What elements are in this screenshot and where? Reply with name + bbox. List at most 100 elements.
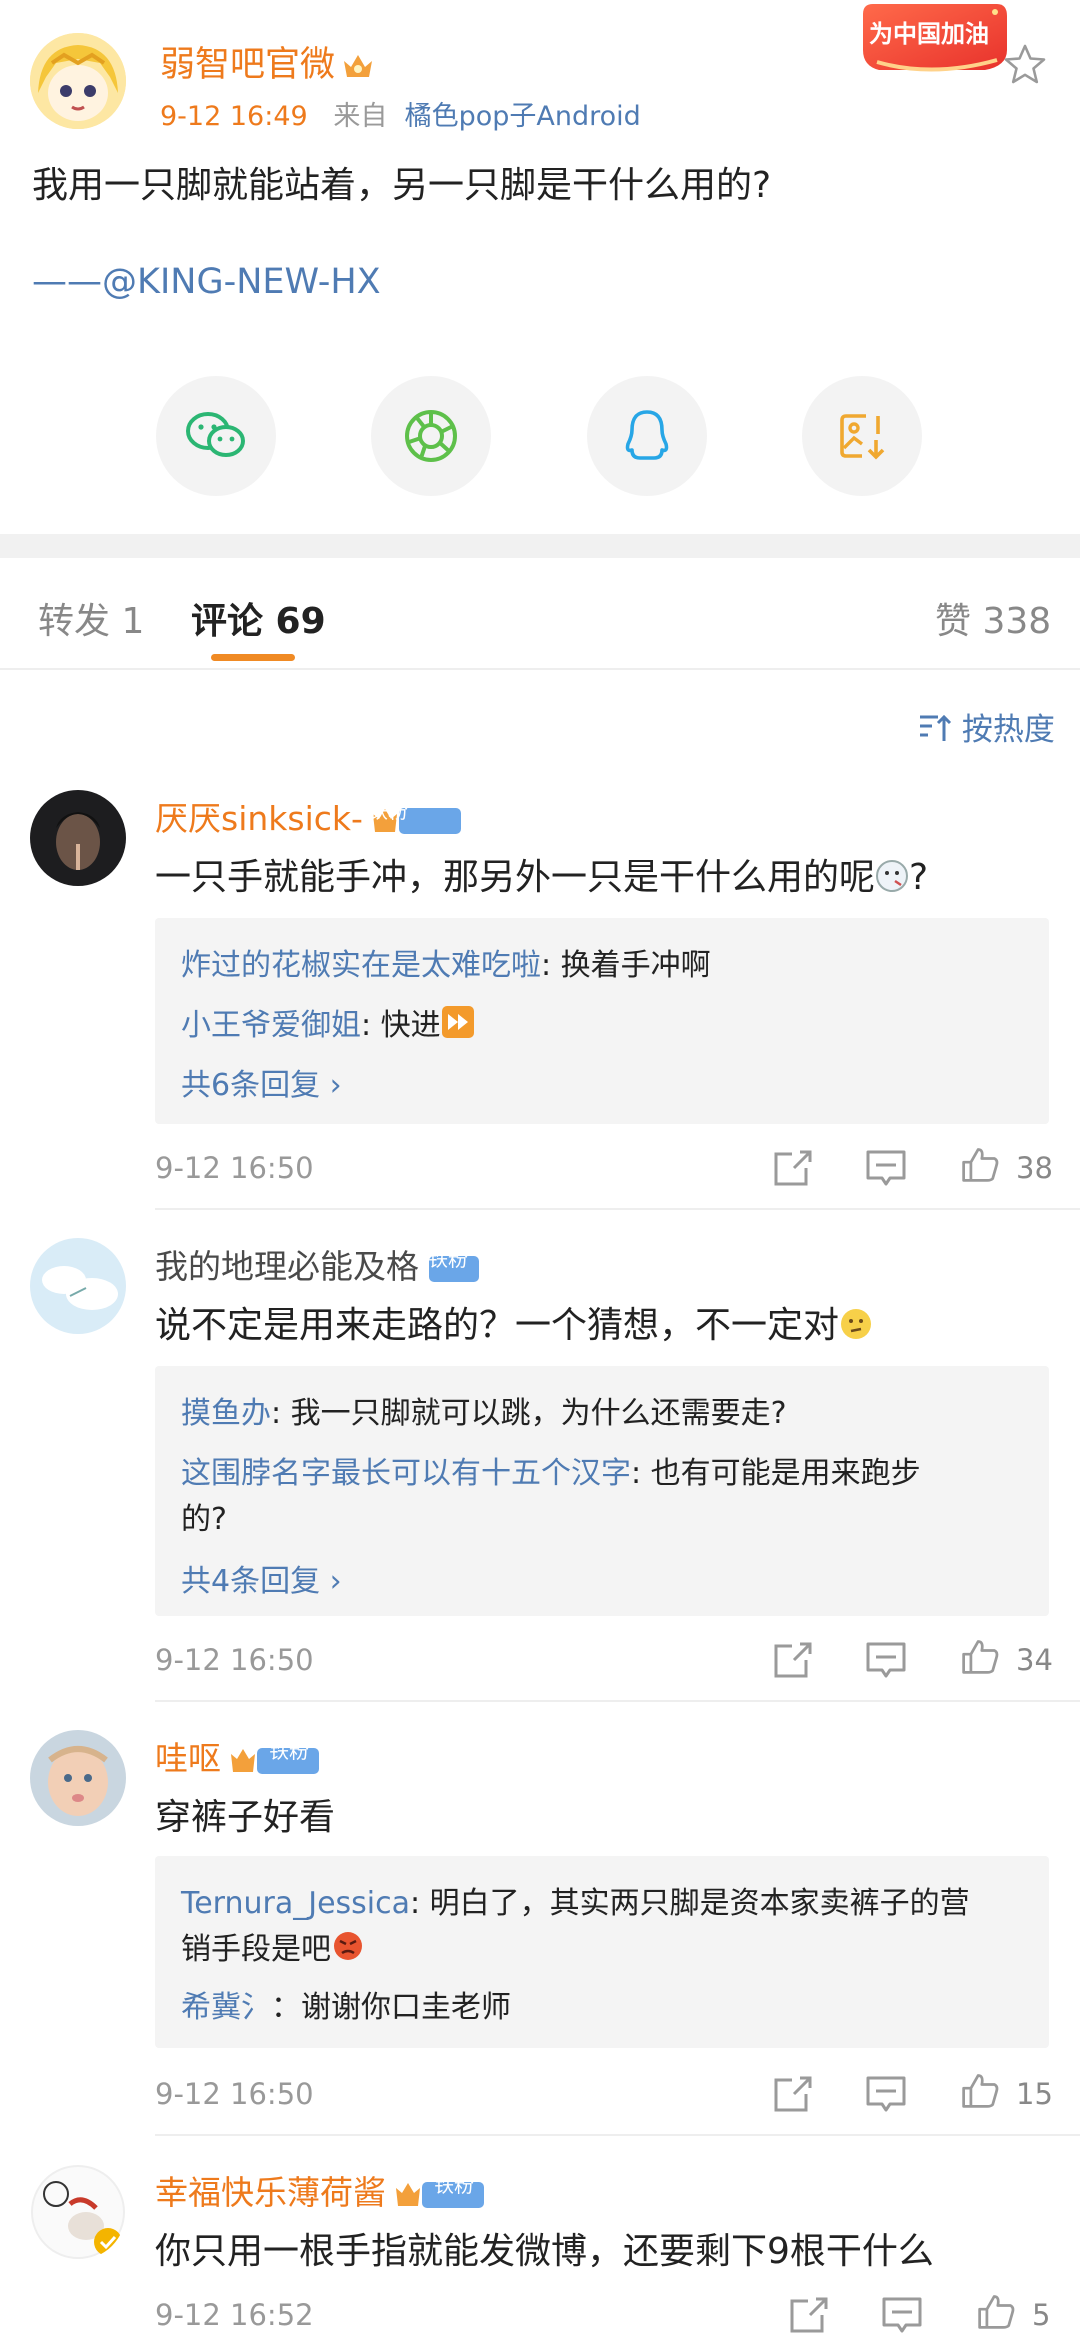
comment-time: 9-12 16:50 — [155, 2077, 314, 2111]
angry-emoji-icon — [334, 1932, 362, 1960]
sort-label: 按热度 — [961, 712, 1055, 748]
reply-username[interactable]: 摸鱼办 — [181, 1396, 271, 1431]
repost-icon[interactable] — [770, 2074, 814, 2114]
source-prefix: 来自 — [333, 101, 388, 132]
share-qq-button[interactable] — [587, 376, 707, 496]
fan-badge-label: 铁粉 — [428, 1247, 468, 1271]
comment-text-suffix: ? — [909, 857, 929, 898]
moments-icon — [405, 410, 457, 462]
comment-time: 9-12 16:50 — [155, 1151, 314, 1185]
confused-emoji-icon — [876, 860, 909, 892]
author-name[interactable]: 弱智吧官微 — [160, 36, 375, 87]
section-divider — [0, 534, 1080, 558]
like-icon[interactable] — [958, 2070, 1002, 2110]
comment-username-text[interactable]: 哇呕 — [155, 1739, 221, 1778]
reply-text-continued: 销手段是吧 — [181, 1932, 331, 1967]
comment-avatar[interactable] — [30, 2164, 126, 2260]
comment-icon[interactable] — [864, 1640, 908, 1680]
reply-text: : 明白了，其实两只脚是资本家卖裤子的营 — [410, 1886, 970, 1921]
post-text: 我用一只脚就能站着，另一只脚是干什么用的? — [32, 165, 772, 206]
comment-text-body: 一只手就能手冲，那另外一只是干什么用的呢 — [155, 857, 876, 898]
save-image-icon — [840, 414, 885, 460]
reply-item[interactable]: Ternura_Jessica: 明白了，其实两只脚是资本家卖裤子的营 — [181, 1878, 1041, 1922]
reply-item[interactable]: 摸鱼办: 我一只脚就可以跳，为什么还需要走? — [181, 1388, 787, 1432]
china-badge[interactable]: 为中国加油 — [857, 0, 1009, 78]
comment-username-text[interactable]: 我的地理必能及格 — [155, 1247, 419, 1286]
fan-badge-label: 铁粉 — [269, 1739, 309, 1763]
reply-item[interactable]: 这围脖名字最长可以有十五个汉字: 也有可能是用来跑步 — [181, 1448, 1021, 1492]
reply-username[interactable]: 这围脖名字最长可以有十五个汉字 — [181, 1456, 631, 1491]
star-icon[interactable] — [1003, 42, 1047, 86]
tab-comments[interactable]: 评论 69 — [191, 592, 326, 644]
fan-badge-label: 铁粉 — [368, 799, 408, 823]
post-meta: 9-12 16:49 来自 橘色pop子Android — [160, 94, 641, 133]
reply-username[interactable]: 小王爷爱御姐 — [181, 1008, 361, 1043]
like-icon[interactable] — [958, 1144, 1002, 1184]
comment-avatar[interactable] — [30, 1238, 126, 1334]
reply-box[interactable]: 炸过的花椒实在是太难吃啦: 换着手冲啊 小王爷爱御姐: 快进 共6条回复 › — [155, 918, 1049, 1124]
reply-text: : 快进 — [361, 1008, 441, 1043]
repost-icon[interactable] — [786, 2295, 830, 2335]
crown-icon — [344, 55, 373, 77]
reply-text: : 换着手冲啊 — [541, 948, 711, 983]
comment-text-body: 说不定是用来走路的？一个猜想，不一定对 — [155, 1305, 840, 1346]
tab-likes[interactable]: 赞 338 — [935, 592, 1051, 644]
reply-item[interactable]: 炸过的花椒实在是太难吃啦: 换着手冲啊 — [181, 940, 711, 984]
reply-item[interactable]: 小王爷爱御姐: 快进 — [181, 1000, 475, 1044]
comment-time: 9-12 16:50 — [155, 1643, 314, 1677]
reply-username[interactable]: 炸过的花椒实在是太难吃啦 — [181, 948, 541, 983]
comment-username-text[interactable]: 幸福快乐薄荷酱 — [155, 2173, 386, 2212]
comment-divider — [155, 2134, 1080, 2136]
qq-icon — [625, 410, 669, 460]
repost-icon[interactable] — [770, 1640, 814, 1680]
reply-text-continued: 的? — [181, 1502, 227, 1537]
comment-divider — [155, 1208, 1080, 1210]
reply-box[interactable]: Ternura_Jessica: 明白了，其实两只脚是资本家卖裤子的营 销手段是… — [155, 1856, 1049, 2048]
comment-text: 你只用一根手指就能发微博，还要剩下9根干什么 — [155, 2231, 934, 2272]
reply-box[interactable]: 摸鱼办: 我一只脚就可以跳，为什么还需要走? 这围脖名字最长可以有十五个汉字: … — [155, 1366, 1049, 1616]
china-badge-label: 为中国加油 — [869, 20, 989, 48]
save-image-button[interactable] — [802, 376, 922, 496]
comment-icon[interactable] — [864, 1148, 908, 1188]
like-count: 38 — [1016, 1151, 1053, 1185]
post-source[interactable]: 橘色pop子Android — [405, 101, 641, 132]
reply-item[interactable]: 希冀氵：谢谢你口圭老师 — [181, 1982, 511, 2026]
post-credit[interactable]: ——@KING-NEW-HX — [32, 262, 381, 302]
comment-text: 一只手就能手冲，那另外一只是干什么用的呢 ? — [155, 848, 928, 900]
post-time: 9-12 16:49 — [160, 101, 308, 132]
like-count: 34 — [1016, 1643, 1053, 1677]
repost-icon[interactable] — [770, 1148, 814, 1188]
comment-avatar[interactable] — [30, 790, 126, 886]
like-count: 15 — [1016, 2077, 1053, 2111]
reply-text: ：谢谢你口圭老师 — [271, 1990, 511, 2025]
comment-username-text[interactable]: 厌厌sinksick- — [155, 799, 363, 838]
comment-icon[interactable] — [864, 2074, 908, 2114]
sort-by-hot-button[interactable]: 按热度 — [918, 704, 1055, 749]
reply-text: : 也有可能是用来跑步 — [631, 1456, 921, 1491]
comment-avatar[interactable] — [30, 1730, 126, 1826]
reply-username[interactable]: 希冀氵 — [181, 1990, 271, 2025]
author-name-text[interactable]: 弱智吧官微 — [160, 45, 335, 85]
sort-icon — [920, 714, 952, 741]
reply-item-continued: 销手段是吧 — [181, 1924, 365, 1968]
fan-badge-label: 铁粉 — [434, 2173, 474, 2197]
comment-time: 9-12 16:52 — [155, 2298, 314, 2332]
thinking-face-emoji-icon — [841, 1309, 872, 1339]
more-replies-link[interactable]: 共6条回复 › — [181, 1060, 342, 1104]
tab-active-indicator — [211, 654, 295, 661]
share-moments-button[interactable] — [371, 376, 491, 496]
reply-text: : 我一只脚就可以跳，为什么还需要走? — [271, 1396, 787, 1431]
reply-username[interactable]: Ternura_Jessica — [181, 1886, 410, 1921]
more-replies-link[interactable]: 共4条回复 › — [181, 1556, 342, 1600]
like-icon[interactable] — [974, 2291, 1018, 2331]
share-wechat-button[interactable] — [156, 376, 276, 496]
comment-username[interactable]: 厌厌sinksick- — [155, 792, 463, 840]
like-icon[interactable] — [958, 1636, 1002, 1676]
comment-text: 说不定是用来走路的？一个猜想，不一定对 — [155, 1296, 873, 1348]
tab-repost[interactable]: 转发 1 — [38, 592, 144, 644]
comment-icon[interactable] — [880, 2295, 924, 2335]
comment-divider — [155, 1700, 1080, 1702]
like-count: 5 — [1032, 2298, 1051, 2332]
author-avatar[interactable] — [30, 33, 126, 129]
tab-divider — [0, 668, 1080, 670]
